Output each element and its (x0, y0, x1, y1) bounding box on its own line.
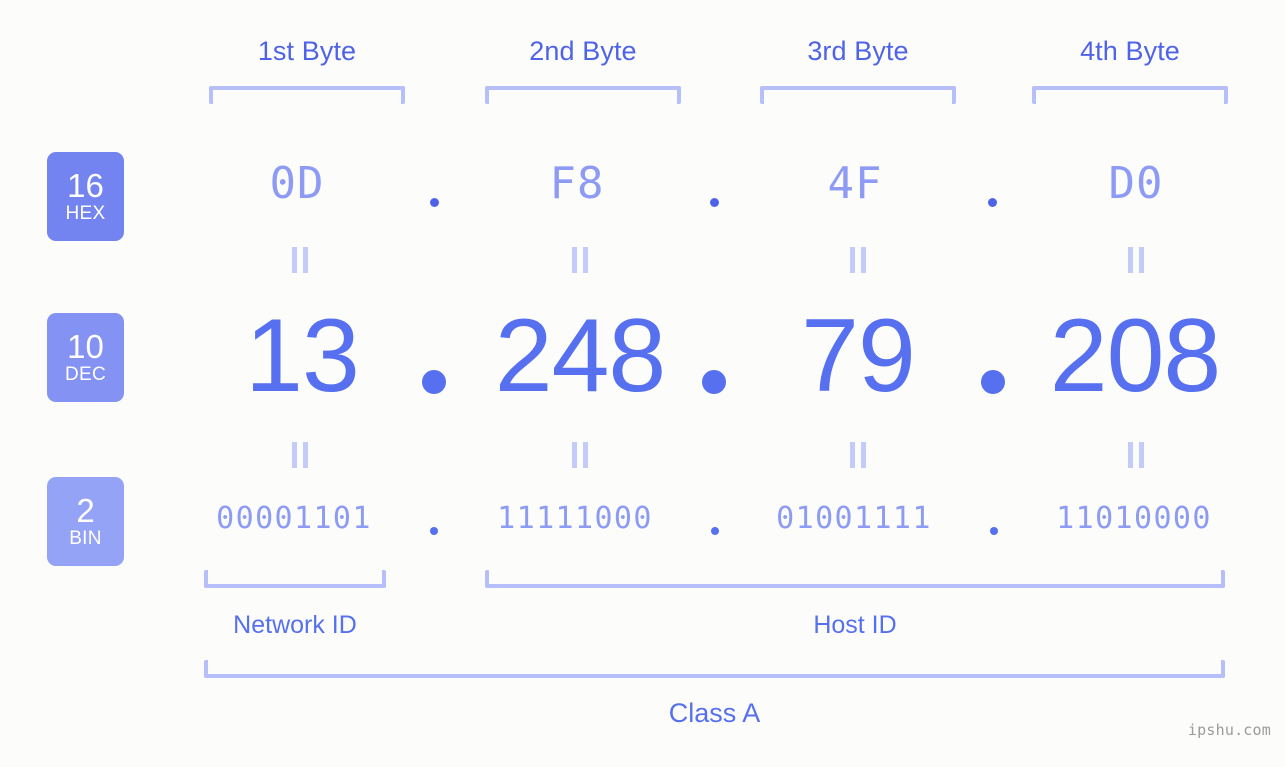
byte-header-3: 3rd Byte (807, 36, 909, 66)
dec-octet-2: 248 (494, 298, 667, 414)
equals-mark-dec-bin-3 (849, 442, 867, 468)
dec-octet-1: 13 (245, 298, 360, 414)
base-badge-hex-name: HEX (65, 202, 106, 224)
equals-mark-hex-dec-4 (1127, 247, 1145, 273)
class-bracket (204, 660, 1225, 678)
dec-separator-1 (422, 370, 446, 394)
base-badge-dec-name: DEC (64, 363, 106, 385)
hex-separator-3 (988, 198, 997, 207)
dec-octet-4: 208 (1049, 298, 1222, 414)
bin-octet-4: 11010000 (1056, 501, 1212, 536)
ip-breakdown-diagram: 1st Byte 2nd Byte 3rd Byte 4th Byte 16 H… (0, 0, 1285, 767)
equals-mark-hex-dec-1 (291, 247, 309, 273)
equals-mark-dec-bin-4 (1127, 442, 1145, 468)
bin-separator-1 (430, 527, 438, 535)
hex-octet-1: 0D (269, 158, 325, 209)
hex-octet-2: F8 (549, 158, 605, 209)
hex-separator-2 (710, 198, 719, 207)
base-badge-dec[interactable]: 10 DEC (47, 313, 124, 402)
bin-separator-3 (990, 527, 998, 535)
byte-header-2: 2nd Byte (529, 36, 637, 66)
equals-mark-dec-bin-1 (291, 442, 309, 468)
base-badge-hex[interactable]: 16 HEX (47, 152, 124, 241)
base-badge-dec-number: 10 (67, 327, 104, 365)
equals-mark-hex-dec-2 (571, 247, 589, 273)
dec-separator-2 (702, 370, 726, 394)
byte-header-4: 4th Byte (1080, 36, 1180, 66)
base-badge-hex-number: 16 (67, 166, 104, 204)
dec-octet-3: 79 (801, 298, 916, 414)
host-id-bracket (485, 570, 1225, 588)
byte-bracket-1 (209, 86, 405, 104)
bin-octet-1: 00001101 (216, 501, 372, 536)
hex-separator-1 (430, 198, 439, 207)
equals-mark-hex-dec-3 (849, 247, 867, 273)
network-id-label: Network ID (233, 611, 357, 639)
base-badge-bin-name: BIN (69, 527, 102, 549)
bin-octet-2: 11111000 (497, 501, 653, 536)
equals-mark-dec-bin-2 (571, 442, 589, 468)
site-watermark: ipshu.com (1187, 721, 1271, 739)
bin-octet-3: 01001111 (776, 501, 932, 536)
bin-separator-2 (711, 527, 719, 535)
byte-bracket-4 (1032, 86, 1228, 104)
class-label: Class A (668, 698, 761, 728)
byte-header-1: 1st Byte (257, 36, 357, 66)
dec-separator-3 (981, 370, 1005, 394)
hex-octet-4: D0 (1108, 158, 1164, 209)
byte-bracket-3 (760, 86, 956, 104)
base-badge-bin[interactable]: 2 BIN (47, 477, 124, 566)
base-badge-bin-number: 2 (76, 491, 95, 529)
host-id-label: Host ID (813, 611, 897, 639)
network-id-bracket (204, 570, 386, 588)
hex-octet-3: 4F (827, 158, 883, 209)
byte-bracket-2 (485, 86, 681, 104)
